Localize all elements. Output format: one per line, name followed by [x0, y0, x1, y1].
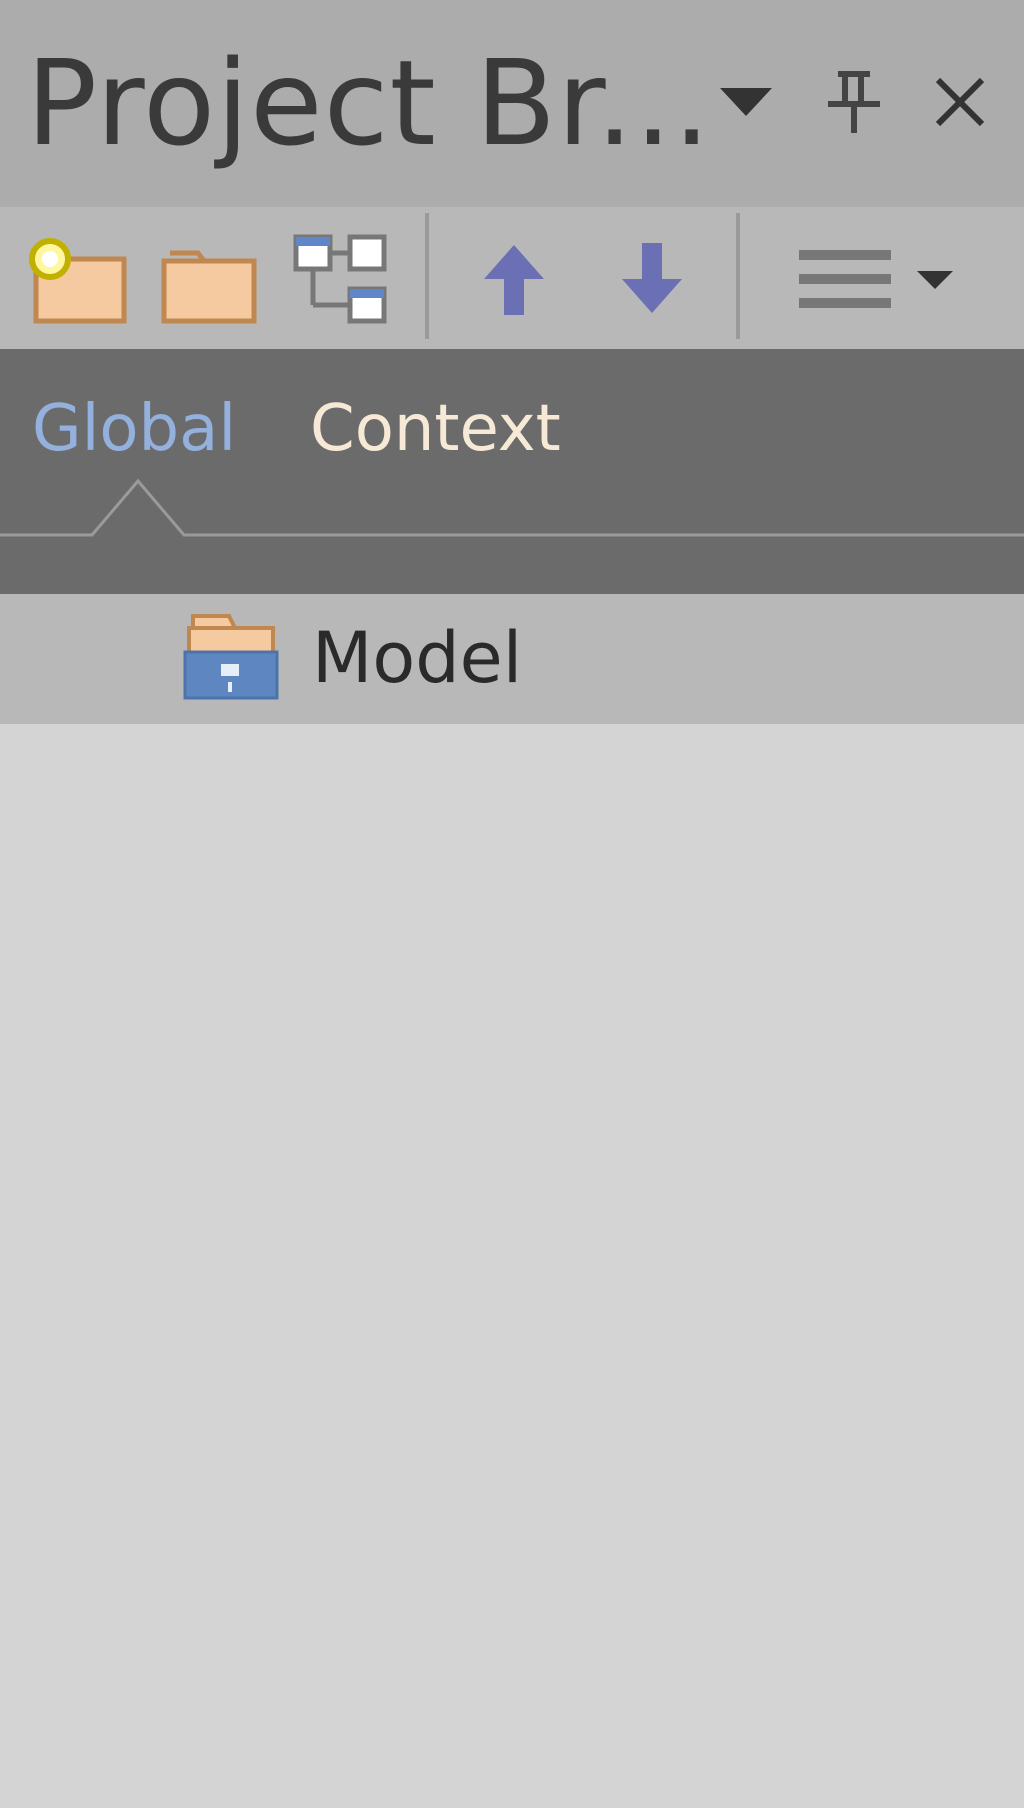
tree-item-model[interactable]: Model	[0, 594, 1024, 724]
panel-menu-button[interactable]	[706, 62, 786, 142]
panel-title: Project Br...	[26, 34, 712, 172]
active-tab-indicator	[0, 478, 1024, 537]
chevron-down-icon	[917, 271, 953, 289]
toolbar	[0, 207, 1024, 349]
tree-empty-area	[0, 724, 1024, 1808]
chevron-down-icon	[720, 88, 772, 116]
tree-item-label: Model	[312, 617, 523, 699]
folder-icon	[161, 250, 257, 324]
close-button[interactable]	[920, 62, 1000, 142]
new-folder-button[interactable]	[158, 229, 258, 329]
model-root-icon	[183, 614, 279, 700]
scope-tab-strip: Global Context	[0, 349, 1024, 594]
new-folder-icon	[29, 238, 127, 324]
arrow-down-icon	[622, 243, 682, 313]
arrow-up-icon	[484, 245, 544, 315]
close-icon	[935, 77, 985, 127]
new-diagram-button[interactable]	[290, 229, 390, 329]
options-menu-button[interactable]	[786, 229, 966, 329]
project-browser-panel: Project Br... Global Context Model	[0, 0, 1024, 1808]
title-bar: Project Br...	[0, 0, 1024, 207]
new-package-button[interactable]	[28, 229, 128, 329]
move-up-button[interactable]	[464, 229, 564, 329]
pin-icon	[828, 71, 880, 133]
toolbar-separator	[736, 213, 740, 339]
pin-button[interactable]	[814, 62, 894, 142]
toolbar-separator	[425, 213, 429, 339]
move-down-button[interactable]	[602, 229, 702, 329]
hamburger-menu-icon	[799, 250, 891, 308]
diagram-icon	[293, 234, 387, 324]
